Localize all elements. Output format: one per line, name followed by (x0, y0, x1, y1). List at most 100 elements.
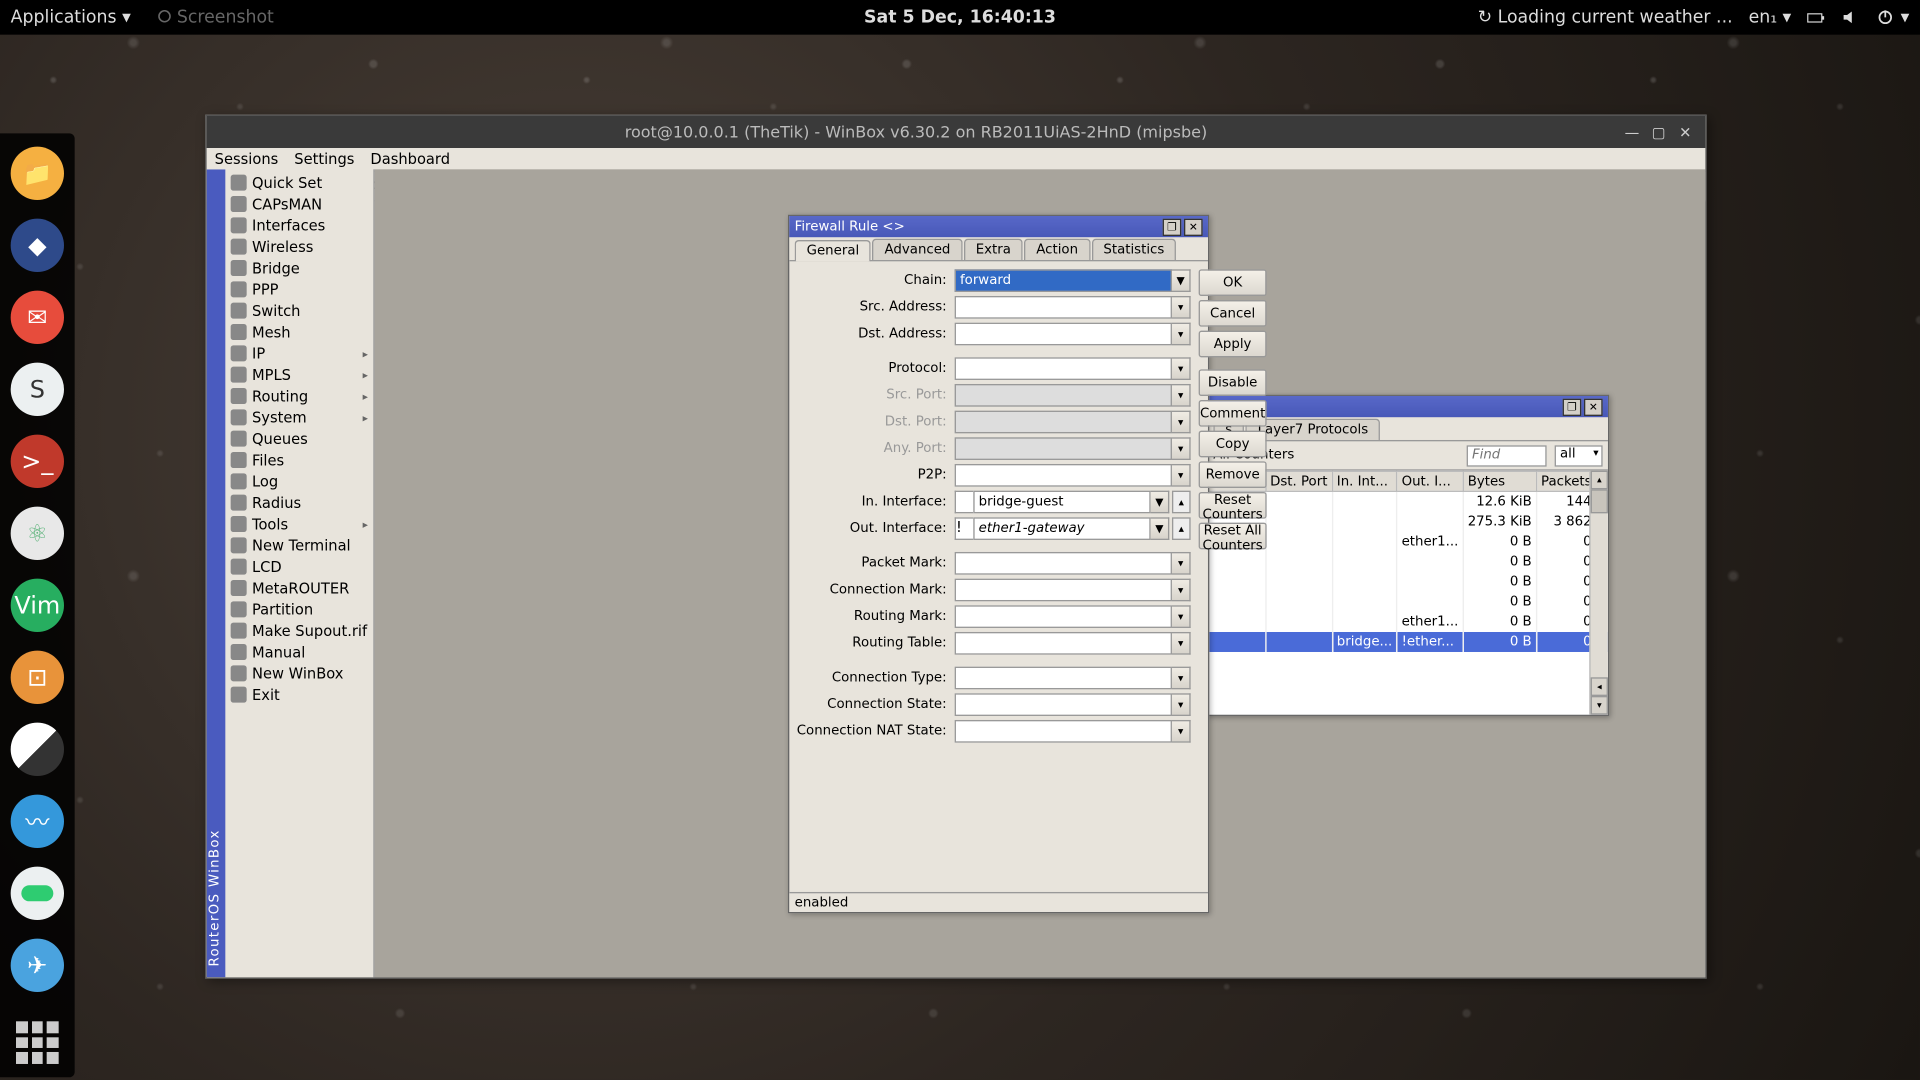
table-row[interactable]: ether1...0 B0 (1209, 611, 1608, 631)
window-titlebar[interactable]: root@10.0.0.1 (TheTik) - WinBox v6.30.2 … (207, 116, 1706, 148)
applications-menu[interactable]: Applications ▾ (11, 7, 131, 27)
input-constate_v[interactable] (955, 693, 1172, 716)
dock-contrast[interactable] (11, 723, 64, 776)
sidebar-item-bridge[interactable]: Bridge (225, 257, 373, 278)
sidebar-item-files[interactable]: Files (225, 449, 373, 470)
dock-terminal[interactable]: >_ (11, 435, 64, 488)
table-row[interactable]: 12.6 KiB144 (1209, 491, 1608, 511)
dropdown-anyport_v[interactable]: ▾ (1172, 437, 1191, 460)
table-row[interactable]: 275.3 KiB3 862 (1209, 511, 1608, 531)
remove-button[interactable]: Remove (1199, 461, 1267, 488)
battery-icon[interactable] (1807, 8, 1826, 27)
vertical-scrollbar[interactable]: ▴ ◂ ▾ (1589, 471, 1608, 715)
sidebar-item-wireless[interactable]: Wireless (225, 236, 373, 257)
rule-titlebar[interactable]: Firewall Rule <> ❐ ✕ (789, 216, 1208, 237)
scroll-marker[interactable]: ◂ (1591, 677, 1608, 696)
input-connat_v[interactable] (955, 719, 1172, 742)
sidebar-item-partition[interactable]: Partition (225, 599, 373, 620)
apply-button[interactable]: Apply (1199, 331, 1267, 358)
minimize-button[interactable]: — (1620, 121, 1644, 142)
keyboard-layout[interactable]: en₁ ▾ (1749, 7, 1792, 27)
input-outiface_v[interactable] (973, 517, 1150, 540)
table-row[interactable]: 0 B0 (1209, 571, 1608, 591)
power-icon[interactable]: ▾ (1877, 7, 1910, 27)
ok-button[interactable]: OK (1199, 269, 1267, 296)
dock-files[interactable]: 📁 (11, 147, 64, 200)
comment-button[interactable]: Comment (1199, 400, 1267, 427)
cancel-button[interactable]: Cancel (1199, 300, 1267, 327)
sidebar-item-quick-set[interactable]: Quick Set (225, 172, 373, 193)
col-header[interactable]: Packets (1536, 471, 1596, 491)
dock-monitor[interactable]: 〰 (11, 795, 64, 848)
copy-button[interactable]: Copy (1199, 431, 1267, 458)
dropdown-dstport_v[interactable]: ▾ (1172, 410, 1191, 433)
sidebar-item-mesh[interactable]: Mesh (225, 321, 373, 342)
sidebar-item-metarouter[interactable]: MetaROUTER (225, 577, 373, 598)
sidebar-item-new-terminal[interactable]: New Terminal (225, 535, 373, 556)
dropdown-constate_v[interactable]: ▾ (1172, 693, 1191, 716)
dropdown-p2p_v[interactable]: ▾ (1172, 463, 1191, 486)
dock-tweaks[interactable] (11, 867, 64, 920)
firewall-list-titlebar[interactable]: ❐ ✕ (1208, 396, 1608, 417)
weather-loading[interactable]: ↻ Loading current weather ... (1478, 7, 1733, 27)
dropdown-srcport_v[interactable]: ▾ (1172, 383, 1191, 406)
input-pktmark_v[interactable] (955, 551, 1172, 574)
input-srcaddr_v[interactable] (955, 295, 1172, 318)
col-header[interactable]: Dst. Port (1265, 471, 1332, 491)
sidebar-item-radius[interactable]: Radius (225, 492, 373, 513)
dock-mail[interactable]: ✉ (11, 291, 64, 344)
table-row[interactable]: bridge...!ether...0 B0 (1209, 631, 1608, 651)
sidebar-item-make-supout-rif[interactable]: Make Supout.rif (225, 620, 373, 641)
sidebar-item-log[interactable]: Log (225, 471, 373, 492)
rule-close-button[interactable]: ✕ (1184, 218, 1203, 235)
extra-iniface_v[interactable]: ▴ (1172, 490, 1191, 513)
dropdown-conmark_v[interactable]: ▾ (1172, 578, 1191, 601)
sidebar-item-exit[interactable]: Exit (225, 684, 373, 705)
sidebar-item-ppp[interactable]: PPP (225, 279, 373, 300)
rule-restore-button[interactable]: ❐ (1163, 218, 1182, 235)
sidebar-item-switch[interactable]: Switch (225, 300, 373, 321)
menu-settings[interactable]: Settings (294, 151, 354, 168)
invert-outiface_v[interactable]: ! (955, 517, 974, 540)
dropdown-srcaddr_v[interactable]: ▾ (1172, 295, 1191, 318)
input-proto_v[interactable] (955, 357, 1172, 380)
dropdown-outiface_v[interactable]: ▼ (1151, 517, 1170, 540)
input-contype_v[interactable] (955, 666, 1172, 689)
sidebar-item-ip[interactable]: IP▸ (225, 343, 373, 364)
input-dstaddr_v[interactable] (955, 322, 1172, 345)
dock-atom[interactable]: ⚛ (11, 507, 64, 560)
scroll-up-button[interactable]: ▴ (1591, 471, 1608, 490)
dropdown-rttable_v[interactable]: ▾ (1172, 631, 1191, 654)
clock[interactable]: Sat 5 Dec, 16:40:13 (864, 7, 1056, 27)
col-header[interactable]: In. Int... (1332, 471, 1397, 491)
sidebar-item-mpls[interactable]: MPLS▸ (225, 364, 373, 385)
volume-icon[interactable] (1842, 8, 1861, 27)
sidebar-item-tools[interactable]: Tools▸ (225, 513, 373, 534)
dock-slack[interactable]: S (11, 363, 64, 416)
sidebar-item-system[interactable]: System▸ (225, 407, 373, 428)
sidebar-item-new-winbox[interactable]: New WinBox (225, 663, 373, 684)
dock-telegram[interactable]: ✈ (11, 939, 64, 992)
dock-disks[interactable]: ⊡ (11, 651, 64, 704)
dropdown-contype_v[interactable]: ▾ (1172, 666, 1191, 689)
sidebar-handle[interactable]: RouterOS WinBox (207, 169, 226, 977)
scroll-down-button[interactable]: ▾ (1591, 696, 1608, 715)
sidebar-item-routing[interactable]: Routing▸ (225, 385, 373, 406)
tab-extra[interactable]: Extra (964, 239, 1023, 260)
scroll-thumb[interactable] (1591, 489, 1608, 513)
dock-vim[interactable]: Vim (11, 579, 64, 632)
table-row[interactable]: 0 B0 (1209, 551, 1608, 571)
sidebar-item-interfaces[interactable]: Interfaces (225, 215, 373, 236)
table-row[interactable]: 0 B0 (1209, 591, 1608, 611)
dock-inkscape[interactable]: ◆ (11, 219, 64, 272)
col-header[interactable]: Out. I... (1397, 471, 1463, 491)
filter-combo[interactable]: all (1555, 445, 1603, 466)
invert-iniface_v[interactable] (955, 490, 974, 513)
tab-action[interactable]: Action (1024, 239, 1090, 260)
dropdown-pktmark_v[interactable]: ▾ (1172, 551, 1191, 574)
sidebar-item-capsman[interactable]: CAPsMAN (225, 193, 373, 214)
dropdown-proto_v[interactable]: ▾ (1172, 357, 1191, 380)
dropdown-rtmark_v[interactable]: ▾ (1172, 605, 1191, 628)
input-p2p_v[interactable] (955, 463, 1172, 486)
dropdown-iniface_v[interactable]: ▼ (1151, 490, 1170, 513)
